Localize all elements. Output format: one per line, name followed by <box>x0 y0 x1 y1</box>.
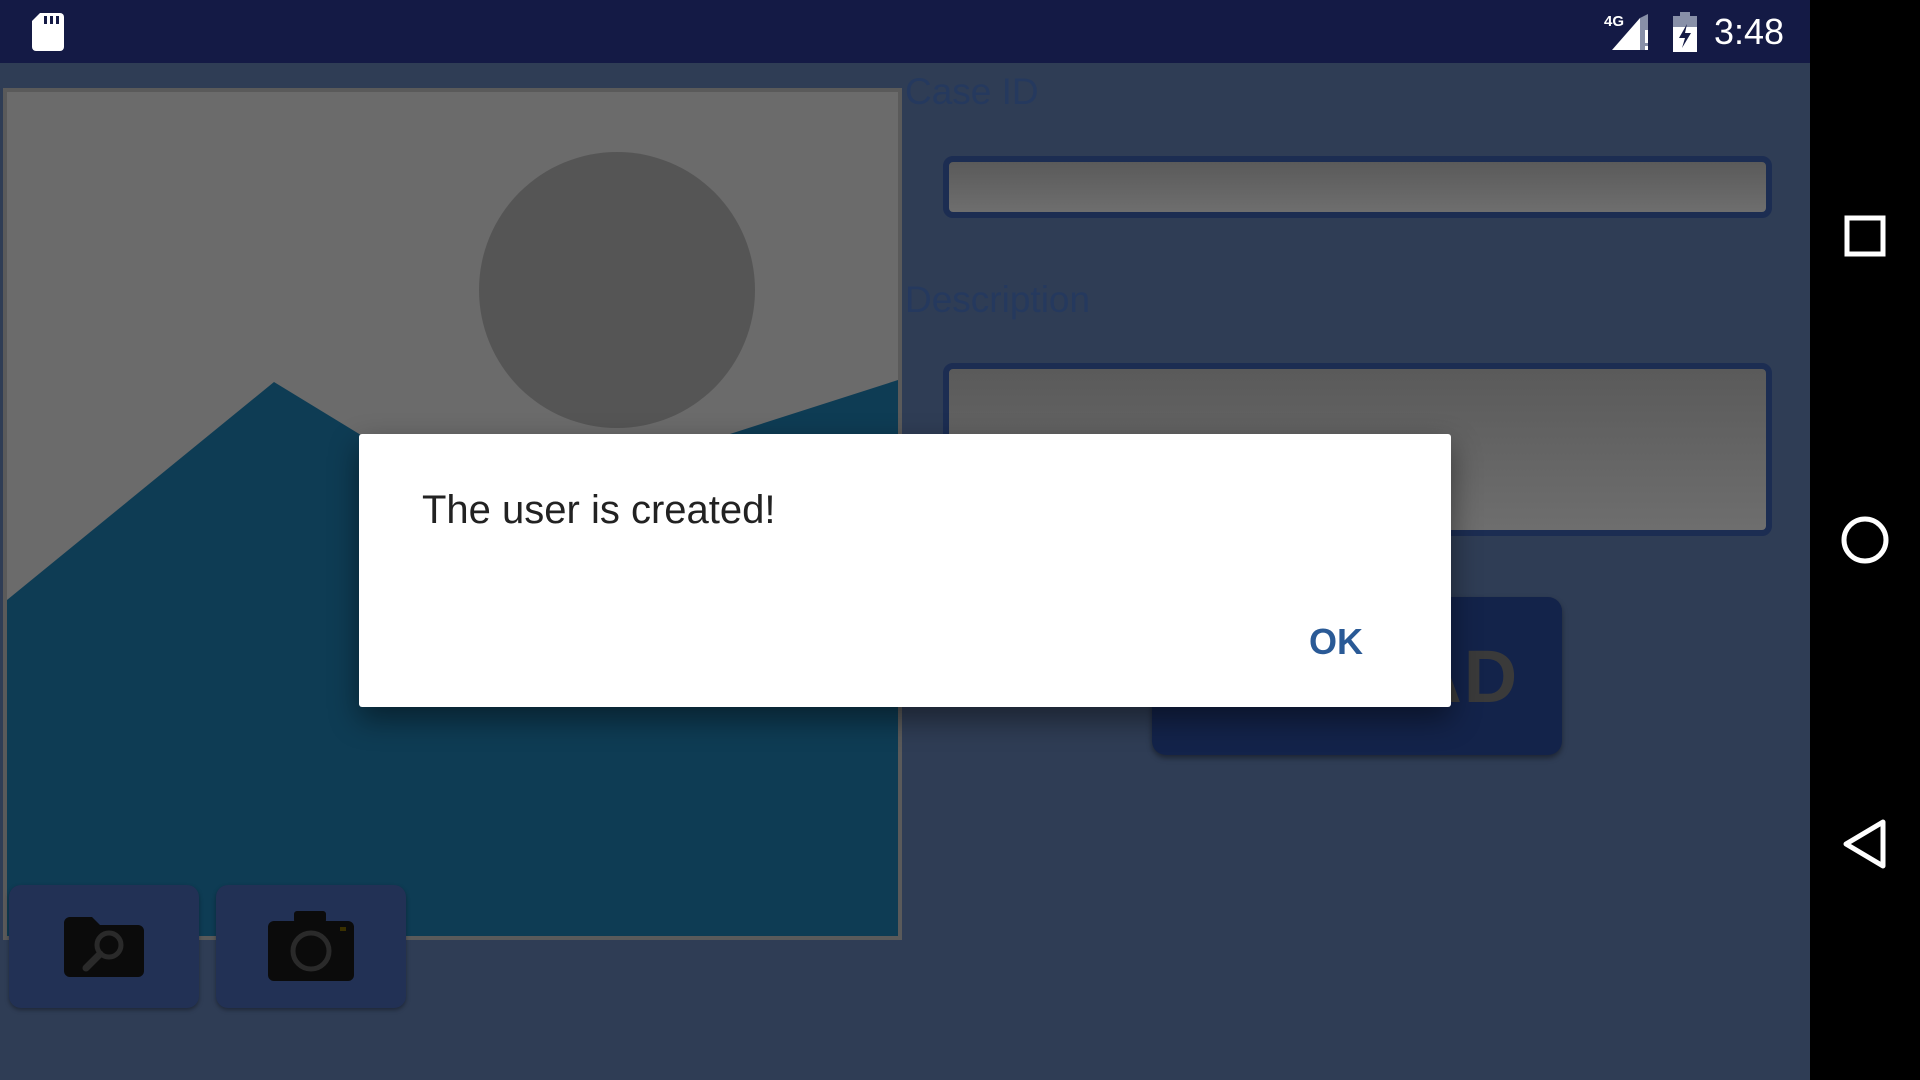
status-clock: 3:48 <box>1714 11 1785 52</box>
folder-search-icon <box>64 916 144 977</box>
screen: 4G 3:48 Case ID Description The user is … <box>0 0 1920 1080</box>
navigation-bar <box>1810 0 1920 1080</box>
network-type-text: 4G <box>1604 13 1624 30</box>
home-button[interactable] <box>1825 500 1905 580</box>
recents-icon <box>1844 215 1886 257</box>
signal-icon: 4G <box>1604 12 1652 52</box>
battery-icon <box>1671 12 1699 52</box>
description-label: Description <box>905 279 1091 320</box>
back-icon <box>1843 819 1886 869</box>
case-id-input[interactable] <box>943 156 1772 218</box>
alert-dialog: The user is created! OK <box>359 434 1451 707</box>
status-bar: 4G 3:48 <box>0 0 1810 63</box>
home-icon <box>1841 516 1889 564</box>
back-button[interactable] <box>1825 804 1905 884</box>
browse-gallery-button[interactable] <box>9 885 199 1008</box>
dialog-message: The user is created! <box>422 488 776 532</box>
camera-button[interactable] <box>216 885 406 1008</box>
recents-button[interactable] <box>1825 196 1905 276</box>
sd-card-icon <box>32 13 64 51</box>
camera-icon <box>268 910 354 981</box>
dialog-ok-button[interactable]: OK <box>1297 612 1375 672</box>
case-id-label: Case ID <box>905 71 1039 112</box>
